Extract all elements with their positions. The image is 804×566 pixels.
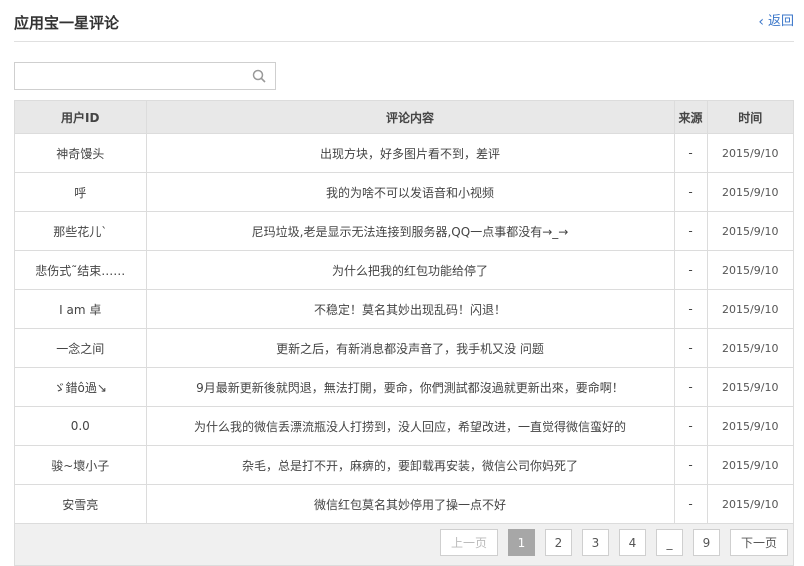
cell-time: 2015/9/10 <box>706 367 793 407</box>
cell-source: - <box>673 211 707 251</box>
cell-time: 2015/9/10 <box>706 328 793 368</box>
cell-user-id: 安雪亮 <box>15 484 146 524</box>
cell-comment: 为什么我的微信丢漂流瓶没人打捞到，没人回应，希望改进，一直觉得微信蛮好的 <box>145 406 674 446</box>
chevron-left-icon: ‹ <box>758 14 764 30</box>
table-header-row: 用户ID 评论内容 来源 时间 <box>15 101 793 134</box>
cell-user-id: 骏~壞小子 <box>15 445 146 485</box>
cell-source: - <box>673 367 707 407</box>
cell-user-id: 悲伤式˜结束…… <box>15 250 146 290</box>
table-row[interactable]: 安雪亮 微信红包莫名其妙停用了操一点不好 -2015/9/10 <box>15 484 793 524</box>
cell-comment: 为什么把我的红包功能给停了 <box>145 250 674 290</box>
cell-source: - <box>673 406 707 446</box>
search-box <box>14 62 276 90</box>
prev-page-button[interactable]: 上一页 <box>440 529 498 556</box>
cell-source: - <box>673 250 707 290</box>
cell-source: - <box>673 133 707 173</box>
page-button-1[interactable]: 1 <box>508 529 535 556</box>
table-row[interactable]: I am 卓不稳定！莫名其妙出现乱码！闪退！ -2015/9/10 <box>15 289 793 329</box>
cell-source: - <box>673 328 707 368</box>
cell-user-id: 0.0 <box>15 406 146 446</box>
cell-comment: 微信红包莫名其妙停用了操一点不好 <box>145 484 674 524</box>
cell-time: 2015/9/10 <box>706 211 793 251</box>
column-header-source[interactable]: 来源 <box>673 101 707 134</box>
pagination: 上一页 1 2 3 4 _ 9 下一页 <box>430 529 788 556</box>
cell-comment: 我的为啥不可以发语音和小视频 <box>145 172 674 212</box>
table-row[interactable]: 骏~壞小子 杂毛，总是打不开，麻痹的，要卸载再安装，微信公司你妈死了 -2015/9… <box>15 445 793 485</box>
back-link[interactable]: ‹ 返回 <box>758 13 794 31</box>
cell-user-id: I am 卓 <box>15 289 146 329</box>
search-input[interactable] <box>15 63 252 89</box>
cell-time: 2015/9/10 <box>706 172 793 212</box>
table-row[interactable]: ゞ錯ô過↘ 9月最新更新後就閃退，無法打開，要命，你們測試都沒過就更新出來，要命啊… <box>15 367 793 407</box>
cell-user-id: 神奇馒头 <box>15 133 146 173</box>
page-title: 应用宝一星评论 <box>14 14 120 32</box>
table-row[interactable]: 悲伤式˜结束…… 为什么把我的红包功能给停了 -2015/9/10 <box>15 250 793 290</box>
cell-user-id: 呼 <box>15 172 146 212</box>
cell-time: 2015/9/10 <box>706 250 793 290</box>
table-row[interactable]: 一念之间 更新之后，有新消息都没声音了，我手机又没 问题 -2015/9/10 <box>15 328 793 368</box>
table-row[interactable]: 呼我的为啥不可以发语音和小视频 -2015/9/10 <box>15 172 793 212</box>
column-header-comment[interactable]: 评论内容 <box>145 101 674 134</box>
cell-comment: 更新之后，有新消息都没声音了，我手机又没 问题 <box>145 328 674 368</box>
cell-time: 2015/9/10 <box>706 445 793 485</box>
cell-comment: 杂毛，总是打不开，麻痹的，要卸载再安装，微信公司你妈死了 <box>145 445 674 485</box>
cell-comment: 9月最新更新後就閃退，無法打開，要命，你們測試都沒過就更新出來，要命啊！ <box>145 367 674 407</box>
page-button-4[interactable]: 4 <box>619 529 646 556</box>
search-icon[interactable] <box>252 69 266 83</box>
table-row[interactable]: 神奇馒头 出现方块，好多图片看不到，差评 -2015/9/10 <box>15 133 793 173</box>
column-header-user-id[interactable]: 用户ID <box>15 101 146 134</box>
column-header-time[interactable]: 时间 <box>706 101 793 134</box>
cell-time: 2015/9/10 <box>706 289 793 329</box>
page-ellipsis-button[interactable]: _ <box>656 529 683 556</box>
cell-source: - <box>673 289 707 329</box>
cell-source: - <box>673 484 707 524</box>
page-button-3[interactable]: 3 <box>582 529 609 556</box>
pagination-bar: 上一页 1 2 3 4 _ 9 下一页 <box>15 524 793 565</box>
page-button-9[interactable]: 9 <box>693 529 720 556</box>
table-row[interactable]: 0.0 为什么我的微信丢漂流瓶没人打捞到，没人回应，希望改进，一直觉得微信蛮好的 -… <box>15 406 793 446</box>
cell-time: 2015/9/10 <box>706 133 793 173</box>
cell-user-id: ゞ錯ô過↘ <box>15 367 146 407</box>
comments-table: 用户ID 评论内容 来源 时间 神奇馒头 出现方块，好多图片看不到，差评 -2015… <box>14 100 794 566</box>
cell-time: 2015/9/10 <box>706 406 793 446</box>
cell-user-id: 一念之间 <box>15 328 146 368</box>
cell-user-id: 那些花儿` <box>15 211 146 251</box>
table-row[interactable]: 那些花儿` 尼玛垃圾,老是显示无法连接到服务器,QQ一点事都没有→_→ -2015/… <box>15 211 793 251</box>
cell-source: - <box>673 445 707 485</box>
back-label: 返回 <box>767 14 794 29</box>
cell-comment: 出现方块，好多图片看不到，差评 <box>145 133 674 173</box>
page-button-2[interactable]: 2 <box>545 529 572 556</box>
cell-comment: 不稳定！莫名其妙出现乱码！闪退！ <box>145 289 674 329</box>
page-header: 应用宝一星评论 ‹ 返回 <box>14 0 794 42</box>
cell-comment: 尼玛垃圾,老是显示无法连接到服务器,QQ一点事都没有→_→ <box>145 211 674 251</box>
next-page-button[interactable]: 下一页 <box>730 529 788 556</box>
cell-time: 2015/9/10 <box>706 484 793 524</box>
cell-source: - <box>673 172 707 212</box>
